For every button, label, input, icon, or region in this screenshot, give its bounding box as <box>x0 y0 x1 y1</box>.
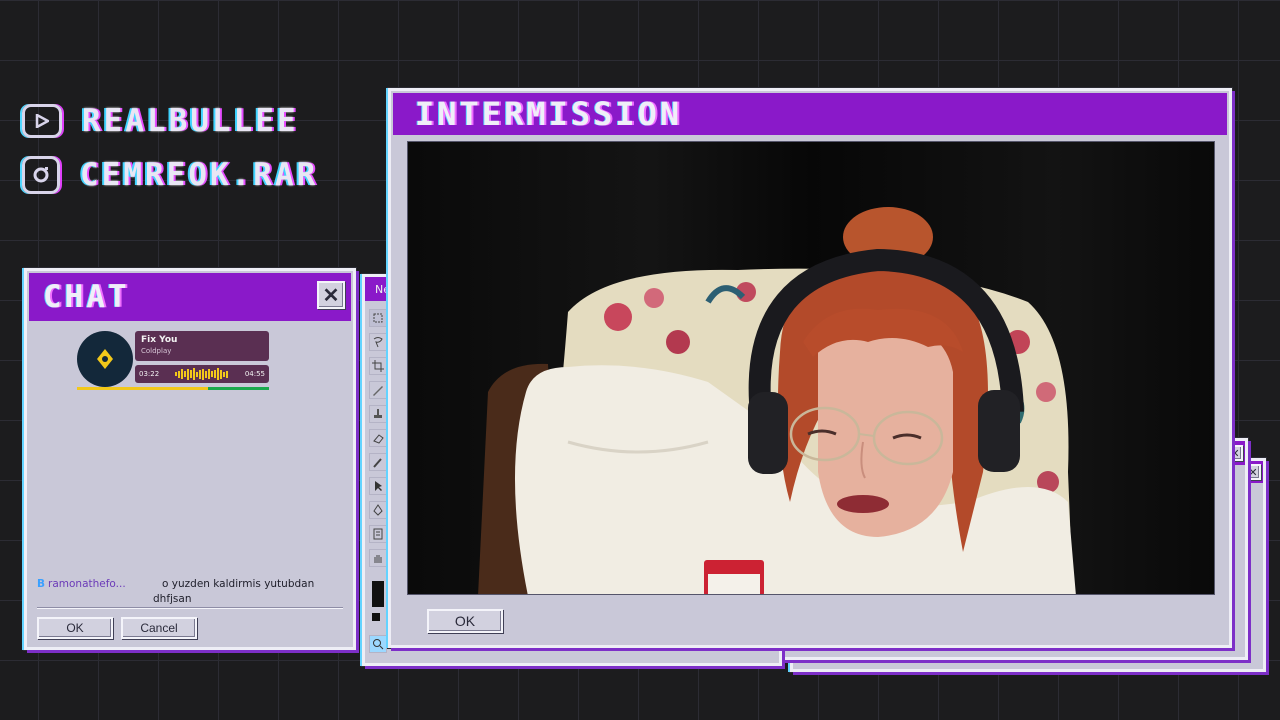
waveform-bar <box>196 371 198 377</box>
color-swatch-small[interactable] <box>372 613 380 621</box>
eraser-tool-icon[interactable] <box>369 429 387 447</box>
social-instagram: CEMREOK.RAR <box>22 155 318 195</box>
waveform-bar <box>199 369 201 379</box>
chat-ok-button[interactable]: OK <box>37 617 113 639</box>
text-tool-icon[interactable] <box>369 525 387 543</box>
chat-titlebar: CHAT ✕ <box>29 273 351 321</box>
intermission-titlebar: INTERMISSION <box>393 93 1227 135</box>
color-swatch[interactable] <box>372 581 384 607</box>
instagram-handle: CEMREOK.RAR <box>80 157 319 193</box>
waveform-bar <box>175 372 177 376</box>
arrow-tool-icon[interactable] <box>369 477 387 495</box>
social-youtube: REALBULLEE <box>22 101 299 141</box>
song-title: Fix You <box>141 335 178 345</box>
intermission-window: INTERMISSION OK <box>388 88 1232 648</box>
chat-message-line1: o yuzden kaldirmis yutubdan <box>162 578 315 590</box>
pencil-tool-icon[interactable] <box>369 381 387 399</box>
lasso-tool-icon[interactable] <box>369 333 387 351</box>
waveform-bar <box>193 368 195 380</box>
waveform-bar <box>184 371 186 377</box>
track-info: Fix You Coldplay <box>135 331 269 361</box>
waveform-bar <box>202 368 204 380</box>
crop-tool-icon[interactable] <box>369 357 387 375</box>
stamp-tool-icon[interactable] <box>369 405 387 423</box>
waveform-bar <box>220 369 222 379</box>
music-icon <box>97 349 113 369</box>
brush-tool-icon[interactable] <box>369 453 387 471</box>
youtube-handle: REALBULLEE <box>82 103 299 139</box>
webcam-feed <box>407 141 1215 595</box>
waveform-bar <box>223 371 225 377</box>
waveform-bar <box>187 368 189 380</box>
elapsed-time: 03:22 <box>139 370 160 378</box>
webcam-image <box>408 142 1214 594</box>
chat-message: B ramonathefo... o yuzden kaldirmis yutu… <box>37 577 337 607</box>
total-time: 04:55 <box>244 370 265 378</box>
waveform-bar <box>190 370 192 378</box>
close-icon: ✕ <box>322 284 340 307</box>
magnify-tool-icon[interactable] <box>369 635 387 653</box>
user-badge: B <box>37 578 46 590</box>
hand-tool-icon[interactable] <box>369 549 387 567</box>
waveform-bar <box>208 369 210 379</box>
progress-fill <box>77 387 208 390</box>
player-bar: 03:22 04:55 <box>135 365 269 383</box>
chat-window: CHAT ✕ Fix You Coldplay 03:22 04:55 B ra… <box>24 268 356 650</box>
pen-tool-icon[interactable] <box>369 501 387 519</box>
chat-cancel-button[interactable]: Cancel <box>121 617 197 639</box>
chat-username[interactable]: ramonathefo... <box>48 577 162 592</box>
artist-name: Coldplay <box>141 347 172 355</box>
album-art <box>77 331 133 387</box>
waveform-bar <box>178 370 180 378</box>
waveform <box>175 367 229 381</box>
chat-divider <box>37 607 343 608</box>
waveform-bar <box>226 370 228 378</box>
waveform-bar <box>211 371 213 377</box>
progress-track <box>77 387 269 390</box>
chat-message-line2: dhfjsan <box>153 593 192 605</box>
waveform-bar <box>205 370 207 378</box>
chat-close-button[interactable]: ✕ <box>317 281 345 309</box>
intermission-ok-button[interactable]: OK <box>427 609 503 633</box>
instagram-icon <box>22 156 60 194</box>
waveform-bar <box>217 368 219 380</box>
chat-title: CHAT <box>43 279 130 315</box>
select-tool-icon[interactable] <box>369 309 387 327</box>
intermission-title: INTERMISSION <box>415 95 683 133</box>
waveform-bar <box>214 370 216 378</box>
youtube-icon <box>22 104 62 138</box>
waveform-bar <box>181 369 183 379</box>
